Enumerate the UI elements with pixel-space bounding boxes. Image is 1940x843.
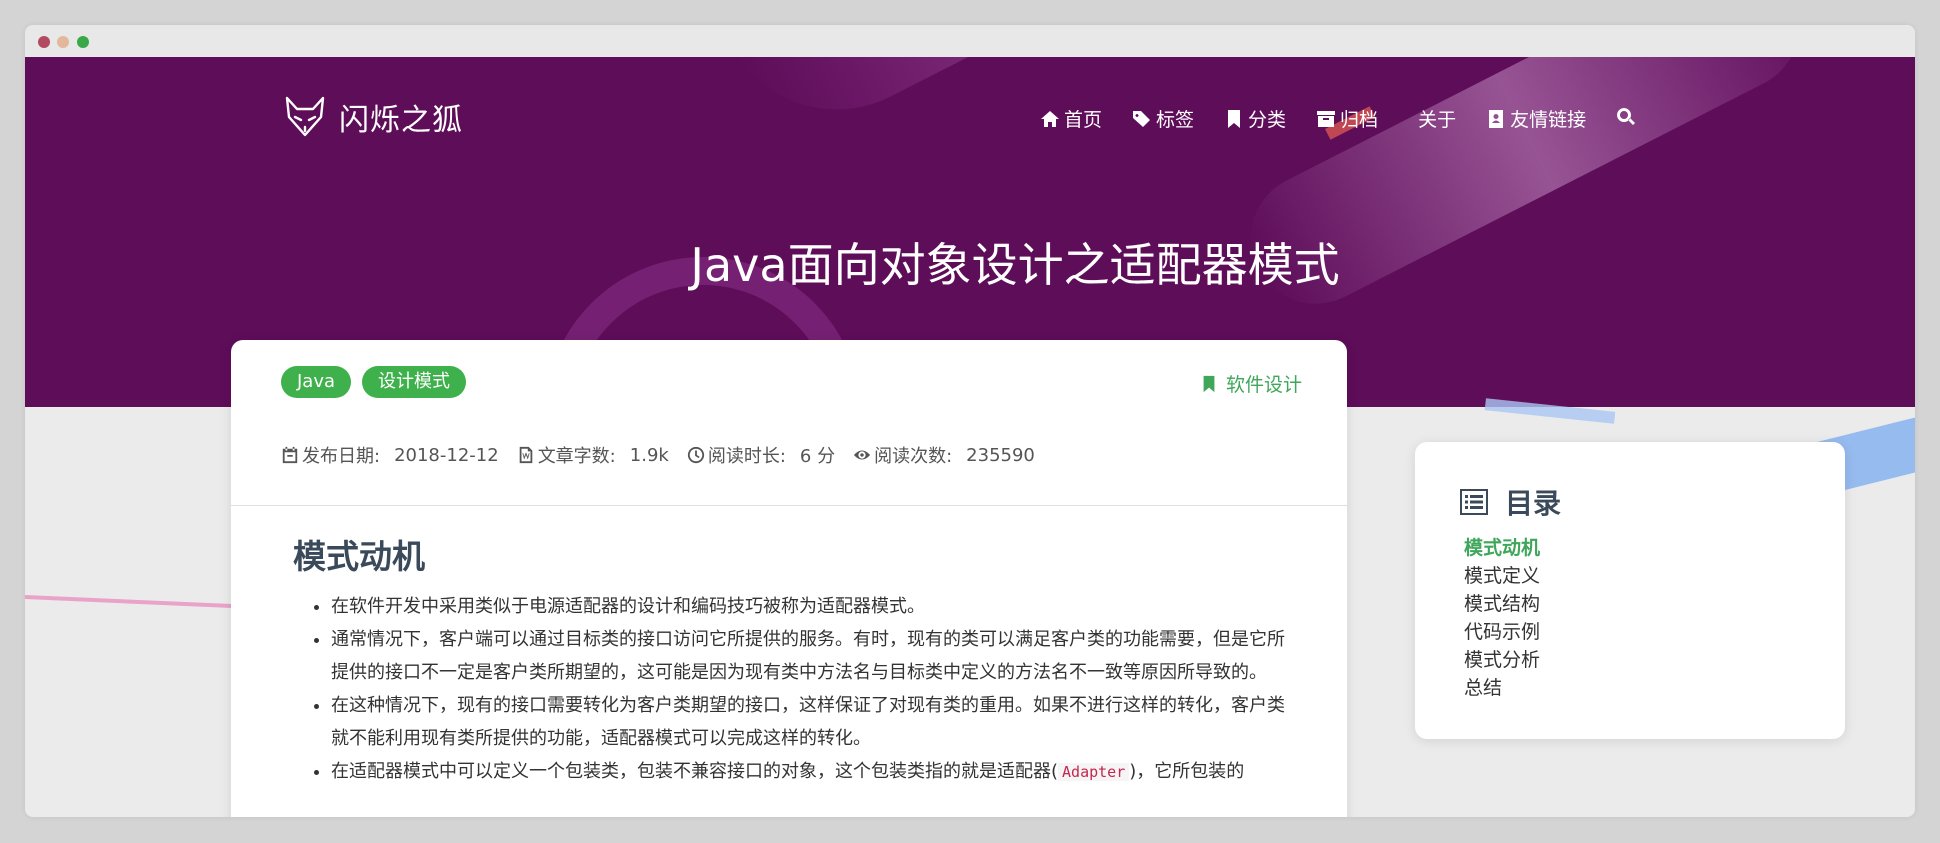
- nav-item-label: 首页: [1064, 109, 1103, 131]
- bookmark-icon: [1228, 109, 1241, 128]
- clock-icon: [687, 446, 704, 464]
- divider: [231, 505, 1347, 506]
- inline-code: Adapter: [1058, 763, 1130, 781]
- nav-item-tags[interactable]: 标签: [1132, 105, 1194, 132]
- browser-window: 闪烁之狐 首页 标签 分类 归档 关于 友情链接 Java面向对象设计之适配器模…: [25, 25, 1915, 817]
- meta-value: 6 分: [799, 446, 836, 467]
- file-word-icon: [519, 446, 532, 464]
- eye-icon: [853, 450, 871, 460]
- toc-link[interactable]: 总结: [1464, 674, 1540, 702]
- post-meta: 发布日期: 2018-12-12 文章字数: 1.9k 阅读时长: 6 分 阅读…: [281, 442, 1053, 468]
- post-category-link[interactable]: 软件设计: [1200, 370, 1302, 397]
- background-decoration: [25, 595, 260, 610]
- list-item: 在这种情况下，现有的接口需要转化为客户类期望的接口，这样保证了对现有类的重用。如…: [331, 689, 1293, 755]
- meta-view-count: 阅读次数: 235590: [853, 442, 1035, 468]
- nav-item-categories[interactable]: 分类: [1224, 105, 1286, 132]
- meta-value: 2018-12-12: [394, 444, 499, 466]
- window-titlebar: [25, 25, 1915, 58]
- toc-link[interactable]: 模式动机: [1464, 534, 1540, 562]
- nav-item-archive[interactable]: 归档: [1316, 105, 1378, 132]
- list-icon: [1460, 489, 1488, 515]
- fox-logo-icon: [285, 96, 325, 137]
- list-item: 通常情况下，客户端可以通过目标类的接口访问它所提供的服务。有时，现有的类可以满足…: [331, 623, 1293, 689]
- tag-chip[interactable]: Java: [281, 366, 352, 398]
- nav-item-label: 友情链接: [1510, 109, 1587, 131]
- article-content: 模式动机 在软件开发中采用类似于电源适配器的设计和编码技巧被称为适配器模式。 通…: [293, 530, 1293, 789]
- meta-value: 235590: [966, 444, 1035, 466]
- table-of-contents: 目录 模式动机 模式定义 模式结构 代码示例 模式分析 总结: [1415, 442, 1845, 739]
- nav-item-label: 归档: [1340, 109, 1379, 131]
- nav-item-label: 标签: [1156, 109, 1195, 131]
- toc-list: 模式动机 模式定义 模式结构 代码示例 模式分析 总结: [1464, 534, 1540, 702]
- meta-publish-date: 发布日期: 2018-12-12: [281, 442, 499, 468]
- archive-icon: [1317, 110, 1336, 127]
- list-item-text: )，它所包装的: [1129, 761, 1245, 782]
- tag-chip[interactable]: 设计模式: [362, 366, 467, 398]
- site-name: 闪烁之狐: [339, 103, 463, 138]
- meta-label: 阅读时长:: [707, 446, 786, 467]
- bookmark-icon: [1203, 375, 1215, 392]
- tags-icon: [1133, 110, 1151, 127]
- minimize-window-button[interactable]: [57, 36, 69, 48]
- list-item-text: 在适配器模式中可以定义一个包装类，包装不兼容接口的对象，这个包装类指的就是适配器…: [331, 761, 1059, 782]
- toc-link[interactable]: 模式定义: [1464, 562, 1540, 590]
- list-item: 在软件开发中采用类似于电源适配器的设计和编码技巧被称为适配器模式。: [331, 590, 1293, 623]
- search-button[interactable]: [1616, 107, 1636, 131]
- category-label: 软件设计: [1225, 374, 1302, 396]
- home-icon: [1041, 110, 1059, 127]
- maximize-window-button[interactable]: [77, 36, 89, 48]
- meta-label: 发布日期:: [302, 446, 381, 467]
- section-heading: 模式动机: [293, 537, 425, 576]
- meta-label: 阅读次数:: [874, 446, 953, 467]
- meta-value: 1.9k: [629, 444, 669, 466]
- meta-label: 文章字数:: [537, 446, 616, 467]
- close-window-button[interactable]: [38, 36, 50, 48]
- nav-item-home[interactable]: 首页: [1040, 105, 1102, 132]
- post-tags: Java 设计模式: [281, 366, 477, 398]
- article-card: Java 设计模式 软件设计 发布日期: 2018-12-12 文章字数: 1.…: [231, 340, 1347, 817]
- toc-title: 目录: [1505, 487, 1562, 520]
- nav-item-friend-links[interactable]: 友情链接: [1486, 105, 1586, 132]
- nav-item-label: 关于: [1418, 109, 1457, 131]
- list-item: 在适配器模式中可以定义一个包装类，包装不兼容接口的对象，这个包装类指的就是适配器…: [331, 755, 1293, 789]
- toc-link[interactable]: 模式分析: [1464, 646, 1540, 674]
- nav-item-about[interactable]: 关于: [1418, 105, 1456, 132]
- toc-link[interactable]: 模式结构: [1464, 590, 1540, 618]
- meta-word-count: 文章字数: 1.9k: [517, 442, 669, 468]
- main-nav: 首页 标签 分类 归档 关于 友情链接: [1040, 105, 1636, 132]
- search-icon: [1617, 107, 1636, 125]
- meta-read-time: 阅读时长: 6 分: [687, 442, 835, 468]
- bullet-list: 在软件开发中采用类似于电源适配器的设计和编码技巧被称为适配器模式。 通常情况下，…: [293, 590, 1293, 789]
- calendar-icon: [282, 446, 298, 464]
- nav-item-label: 分类: [1248, 109, 1287, 131]
- toc-header: 目录: [1459, 482, 1561, 522]
- toc-link[interactable]: 代码示例: [1464, 618, 1540, 646]
- site-logo[interactable]: 闪烁之狐: [283, 95, 463, 139]
- post-title: Java面向对象设计之适配器模式: [690, 238, 1340, 292]
- address-book-icon: [1489, 109, 1504, 128]
